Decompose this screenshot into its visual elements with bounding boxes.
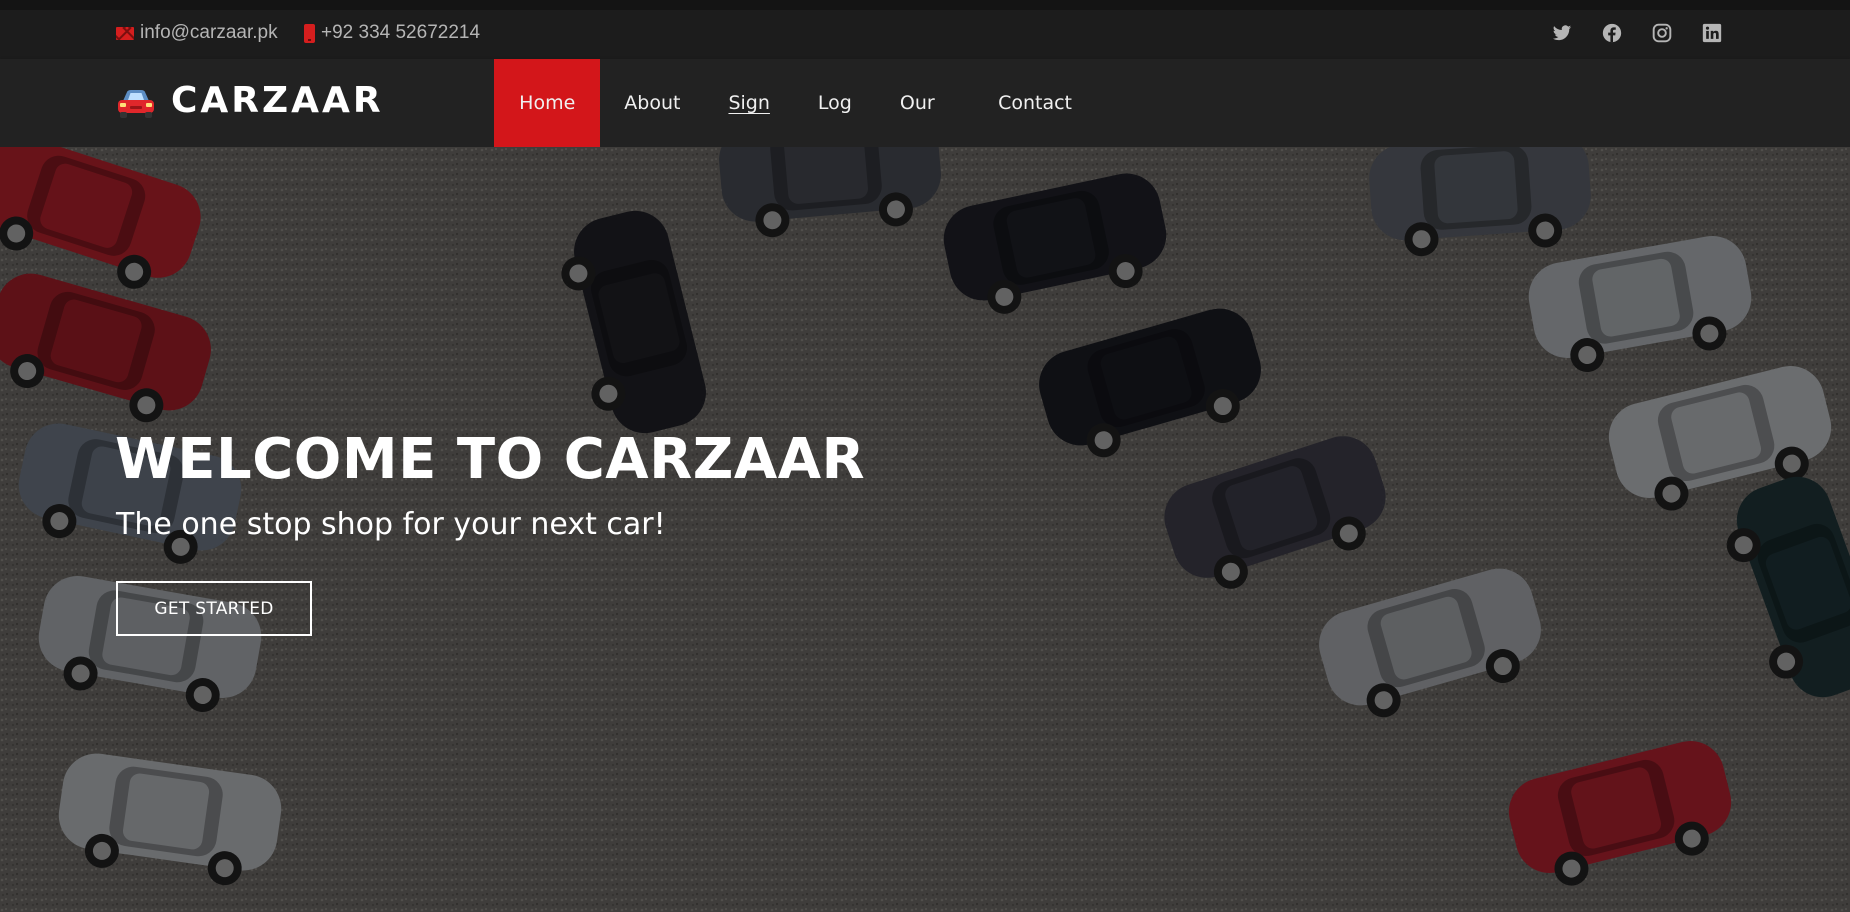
main-navbar: CARZAAR Home About Sign Up Log In Our Te… [0,59,1850,202]
mobile-phone-icon [304,23,315,43]
car-icon [118,89,154,118]
get-started-button[interactable]: GET STARTED [116,581,312,636]
contact-email[interactable]: info@carzaar.pk [116,22,278,44]
nav-item-sign-up[interactable]: Sign Up [704,59,793,202]
nav-item-about[interactable]: About [600,59,704,147]
social-links [1552,23,1722,43]
nav-item-log-in[interactable]: Log In [794,59,876,202]
top-bar: info@carzaar.pk +92 334 52672214 [0,0,1850,59]
linkedin-icon[interactable] [1702,23,1722,43]
nav-menu: Home About Sign Up Log In Our Team Conta… [494,59,1096,202]
hero-title: WELCOME TO CARZAAR [115,427,866,492]
envelope-icon [116,26,134,40]
nav-item-contact-us[interactable]: Contact Us [974,59,1096,202]
facebook-icon[interactable] [1602,23,1622,43]
hero-section: WELCOME TO CARZAAR The one stop shop for… [0,147,1850,912]
brand-name: CARZAAR [171,80,384,121]
nav-item-home[interactable]: Home [494,59,601,147]
contact-phone[interactable]: +92 334 52672214 [304,22,480,44]
twitter-icon[interactable] [1552,23,1572,43]
nav-item-our-team[interactable]: Our Team [876,59,974,202]
phone-text: +92 334 52672214 [321,22,481,43]
hero-subtitle: The one stop shop for your next car! [116,507,666,542]
brand-logo[interactable]: CARZAAR [116,80,384,121]
instagram-icon[interactable] [1652,23,1672,43]
email-text: info@carzaar.pk [140,22,278,43]
